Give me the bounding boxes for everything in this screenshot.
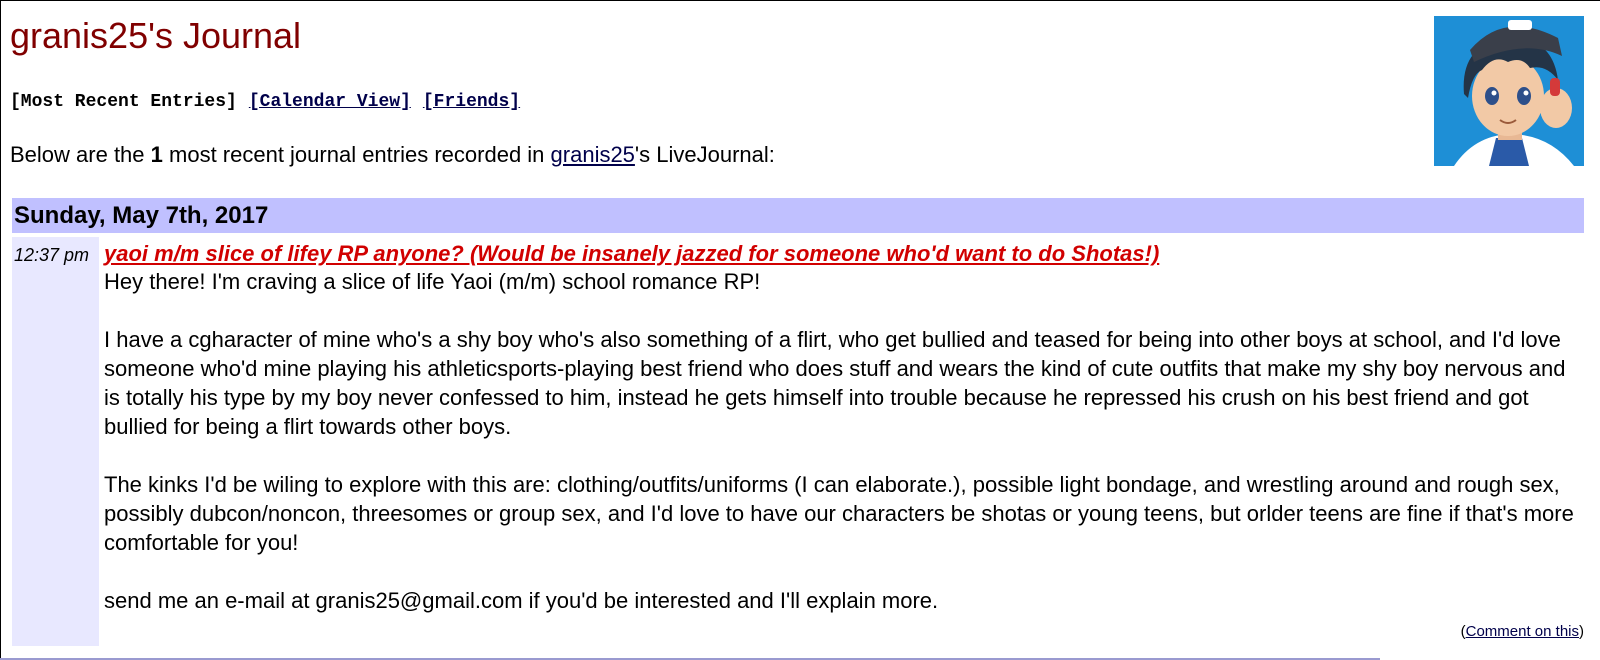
entry-date: Sunday, May 7th, 2017 bbox=[14, 202, 269, 229]
intro-text: Below are the 1 most recent journal entr… bbox=[10, 140, 775, 170]
username-link[interactable]: granis25 bbox=[551, 142, 635, 167]
anime-boy-avatar-icon bbox=[1434, 16, 1584, 166]
intro-suffix: 's LiveJournal: bbox=[634, 142, 775, 167]
nav-most-recent-entries: [Most Recent Entries] bbox=[10, 92, 237, 112]
entry-paragraph: I have a cgharacter of mine who's a shy … bbox=[104, 327, 1566, 439]
window-top-border bbox=[0, 0, 1600, 1]
entry-paragraph: send me an e-mail at granis25@gmail.com … bbox=[104, 588, 939, 613]
entry-paragraph: Hey there! I'm craving a slice of life Y… bbox=[104, 269, 761, 294]
journal-nav: [Most Recent Entries] [Calendar View] [Fri… bbox=[10, 92, 520, 112]
entry-body: Hey there! I'm craving a slice of life Y… bbox=[104, 267, 1582, 644]
comment-link-wrapper: (Comment on this) bbox=[1461, 622, 1584, 642]
intro-middle: most recent journal entries recorded in bbox=[162, 142, 551, 167]
entry-paragraph: The kinks I'd be wiling to explore with … bbox=[104, 472, 1574, 555]
nav-friends-link[interactable]: [Friends] bbox=[423, 92, 520, 112]
userpic-avatar[interactable] bbox=[1434, 16, 1584, 166]
intro-prefix: Below are the bbox=[10, 142, 151, 167]
journal-title: granis25's Journal bbox=[10, 15, 302, 56]
comment-on-this-link[interactable]: Comment on this bbox=[1466, 623, 1579, 640]
entry-subject-link[interactable]: yaoi m/m slice of lifey RP anyone? (Woul… bbox=[104, 239, 1584, 269]
entry-time-column bbox=[12, 237, 99, 646]
window-left-border bbox=[0, 0, 1, 660]
entry-time: 12:37 pm bbox=[14, 245, 90, 265]
comment-close-paren: ) bbox=[1579, 623, 1584, 640]
nav-calendar-view-link[interactable]: [Calendar View] bbox=[249, 92, 411, 112]
entry-count: 1 bbox=[150, 142, 163, 167]
